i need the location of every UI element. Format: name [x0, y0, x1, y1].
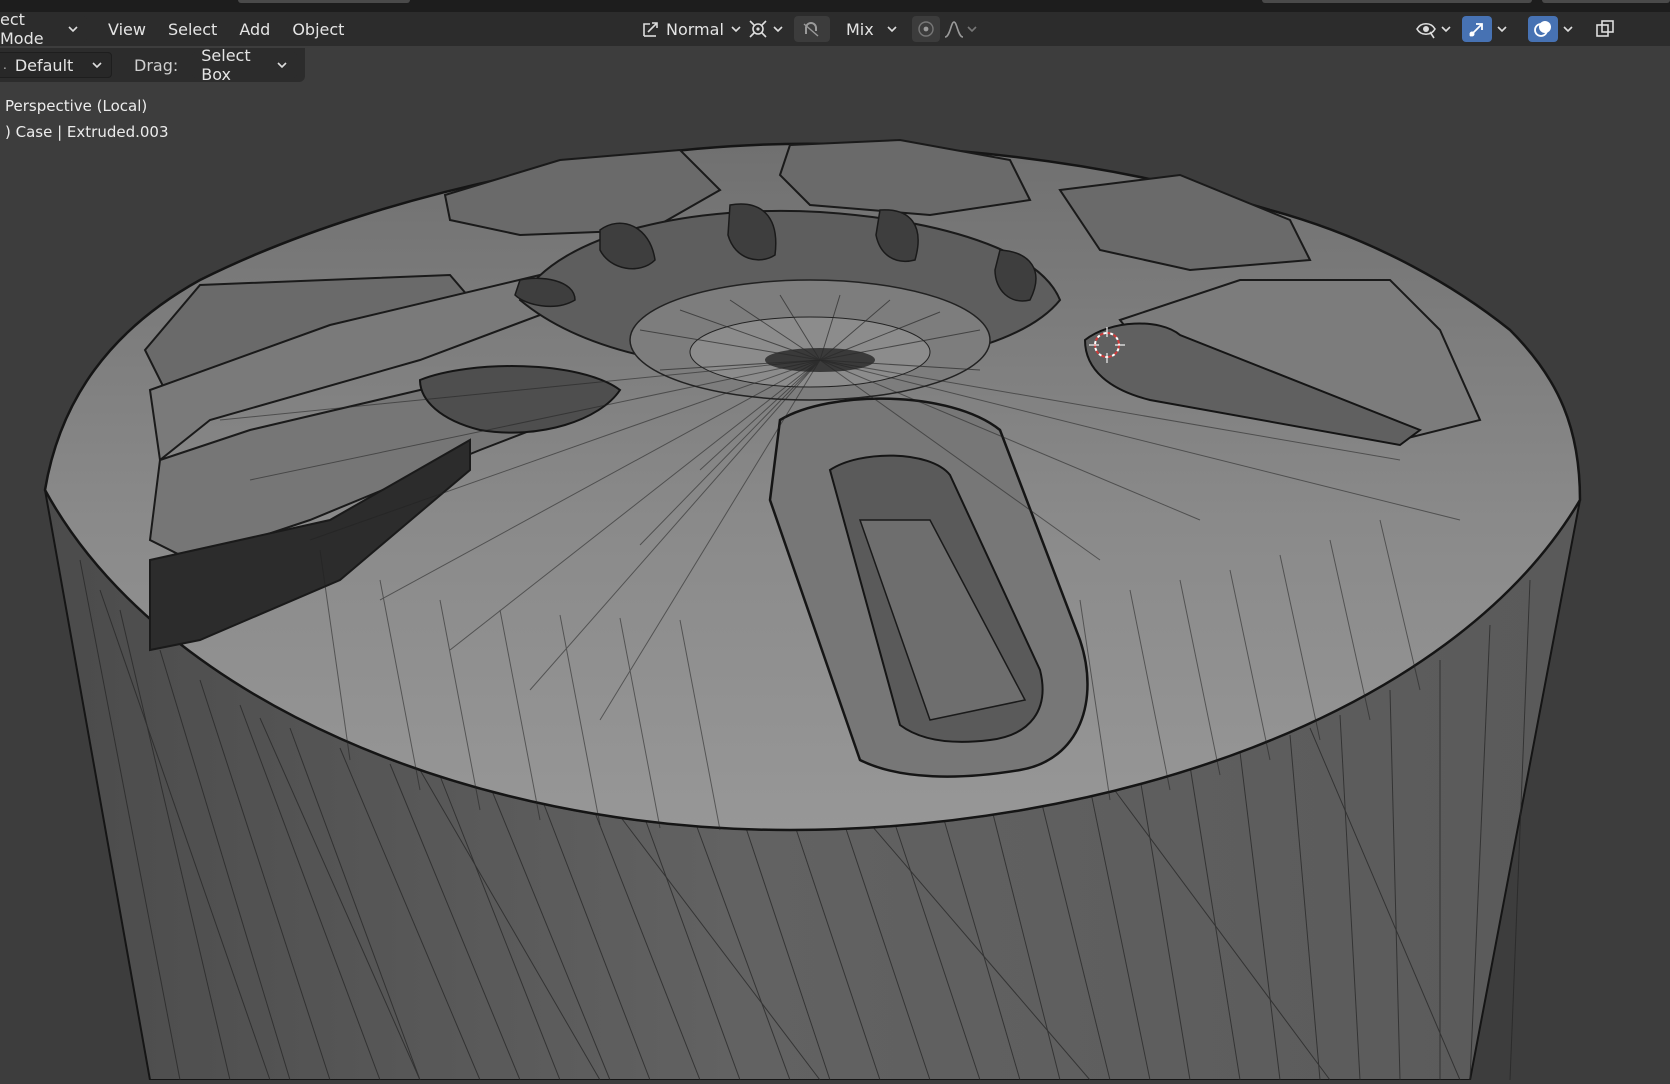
pivot-icon: [746, 17, 770, 41]
mesh-render: [43, 138, 1582, 1081]
chevron-down-icon: [730, 23, 742, 35]
3d-viewport[interactable]: [0, 82, 1670, 1084]
snap-toggle[interactable]: [794, 16, 830, 42]
chevron-down-icon: [1496, 23, 1508, 35]
overlays-icon: [1531, 17, 1555, 41]
window-top-strip: [0, 0, 1670, 12]
view-name: Perspective (Local): [5, 97, 148, 115]
chevron-down-icon: [772, 23, 784, 35]
falloff-dropdown[interactable]: [940, 16, 984, 42]
preset-label: Default: [14, 55, 74, 75]
chevron-down-icon: [276, 59, 288, 71]
falloff-curve-icon: [942, 17, 966, 41]
viewport-info-overlay: Perspective (Local) ) Case | Extruded.00…: [5, 93, 169, 145]
gizmo-toggle[interactable]: [1462, 16, 1492, 42]
chevron-down-icon: [1440, 23, 1452, 35]
menu-add[interactable]: Add: [228, 16, 281, 42]
proportional-editing-toggle[interactable]: [912, 16, 940, 42]
chevron-down-icon: [91, 59, 103, 71]
gizmo-icon: [1465, 17, 1489, 41]
proportional-editing-icon: [914, 17, 938, 41]
gizmo-dropdown[interactable]: [1492, 16, 1514, 42]
snap-target-dropdown[interactable]: Mix: [834, 16, 906, 42]
menu-select[interactable]: Select: [157, 16, 228, 42]
view-layer-selector[interactable]: [1542, 0, 1670, 3]
tool-settings-bar: . Default Drag: Select Box: [0, 46, 305, 84]
chevron-down-icon: [966, 23, 978, 35]
object-info: ) Case | Extruded.003: [5, 123, 169, 141]
snap-label: Mix: [846, 19, 874, 39]
drag-value: Select Box: [201, 46, 251, 84]
drag-label: Drag:: [134, 55, 179, 75]
scene-selector[interactable]: [1262, 0, 1532, 3]
object-visibility-dropdown[interactable]: [1410, 16, 1456, 42]
transform-preset-dropdown[interactable]: . Default: [0, 52, 112, 78]
xray-toggle[interactable]: [1590, 16, 1620, 42]
viewport-header: ect Mode View Select Add Object Normal M…: [0, 10, 1670, 48]
chevron-down-icon: [1562, 23, 1574, 35]
magnet-icon: [799, 17, 823, 41]
chevron-down-icon: [886, 23, 898, 35]
transform-orientation-dropdown[interactable]: Normal: [632, 16, 742, 42]
orientation-label: Normal: [666, 19, 724, 39]
pivot-point-dropdown[interactable]: [742, 16, 790, 42]
overlays-toggle[interactable]: [1528, 16, 1558, 42]
dot-icon: .: [3, 58, 7, 72]
eye-icon: [1414, 17, 1438, 41]
drag-mode-dropdown[interactable]: Select Box: [192, 46, 298, 84]
mode-label: ect Mode: [0, 10, 44, 48]
chevron-down-icon: [67, 23, 79, 35]
orientation-icon: [640, 17, 662, 41]
xray-icon: [1593, 17, 1617, 41]
menu-view[interactable]: View: [97, 16, 157, 42]
mode-selector[interactable]: ect Mode: [0, 10, 87, 48]
overlays-dropdown[interactable]: [1558, 16, 1580, 42]
menu-object[interactable]: Object: [281, 16, 355, 42]
workspace-tab[interactable]: [238, 0, 410, 3]
